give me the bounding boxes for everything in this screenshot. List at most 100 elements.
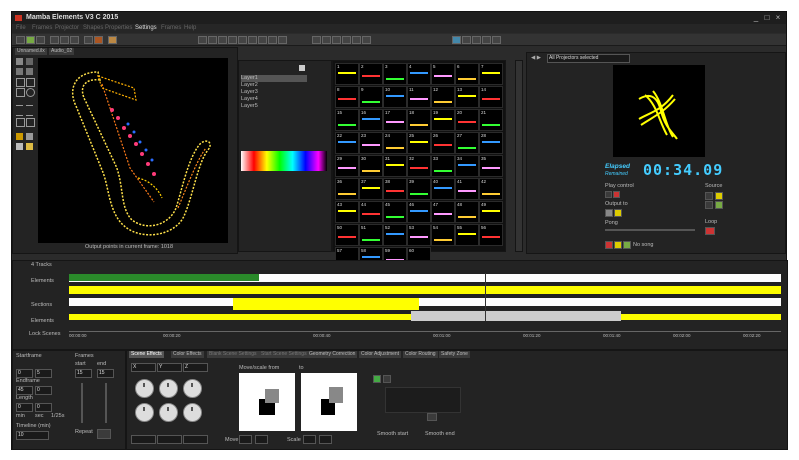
timeline-min-field[interactable]: 10 xyxy=(16,431,49,440)
cut-icon[interactable] xyxy=(50,36,59,44)
list-icon[interactable] xyxy=(362,36,371,44)
frame-thumbnail[interactable]: 29 xyxy=(335,155,359,177)
tab-color-adjustment[interactable]: Color Adjustment xyxy=(359,351,402,358)
menu-settings[interactable]: Settings xyxy=(135,25,157,31)
frame-thumbnail[interactable]: 28 xyxy=(479,132,503,154)
new-file-icon[interactable] xyxy=(16,36,25,44)
frame-thumbnail[interactable]: 26 xyxy=(431,132,455,154)
frame-thumbnail[interactable]: 38 xyxy=(383,178,407,200)
frame-thumbnail[interactable]: 8 xyxy=(335,86,359,108)
axis-y-select[interactable]: Y xyxy=(157,363,182,372)
rotate-y-knob[interactable] xyxy=(159,379,178,398)
copy-icon[interactable] xyxy=(60,36,69,44)
frame-thumbnail[interactable]: 46 xyxy=(407,201,431,223)
midi-icon[interactable] xyxy=(482,36,491,44)
frame-thumbnail[interactable]: 52 xyxy=(383,224,407,246)
frame-thumbnail[interactable]: 27 xyxy=(455,132,479,154)
frame-thumbnail[interactable]: 40 xyxy=(431,178,455,200)
axis-x-select[interactable]: X xyxy=(131,363,156,372)
track-1-clip[interactable] xyxy=(69,274,259,281)
open-file-icon[interactable] xyxy=(26,36,35,44)
start-slider[interactable] xyxy=(81,383,83,423)
menu-shapes[interactable]: Shapes xyxy=(83,25,103,31)
projector-selector[interactable]: All Projectors selected xyxy=(547,54,630,63)
track-3-clip[interactable] xyxy=(233,298,419,310)
frame-thumbnail[interactable]: 21 xyxy=(479,109,503,131)
close-button[interactable]: × xyxy=(772,13,784,22)
frame-last-icon[interactable] xyxy=(238,36,247,44)
frame-thumbnail[interactable]: 2 xyxy=(359,63,383,85)
polyline-tool-icon[interactable] xyxy=(26,98,33,106)
tools-icon[interactable] xyxy=(108,36,117,44)
song-stop-icon[interactable] xyxy=(605,241,613,249)
frame-grid-scrollbar[interactable] xyxy=(515,60,523,252)
frame-thumbnail[interactable]: 41 xyxy=(455,178,479,200)
layer-item[interactable]: Layer2 xyxy=(239,82,303,89)
source-play-icon[interactable] xyxy=(715,201,723,209)
frame-thumbnail[interactable]: 36 xyxy=(335,178,359,200)
frame-thumbnail[interactable]: 23 xyxy=(359,132,383,154)
dmx-icon[interactable] xyxy=(472,36,481,44)
move-y-field[interactable] xyxy=(255,435,268,444)
pong-slider[interactable] xyxy=(605,229,695,231)
frame-thumbnail[interactable]: 22 xyxy=(335,132,359,154)
frame-thumbnail[interactable]: 30 xyxy=(359,155,383,177)
scale-x-field[interactable] xyxy=(303,435,316,444)
frame-add-icon[interactable] xyxy=(218,36,227,44)
endframe-min-field[interactable]: 45 xyxy=(16,386,33,395)
undo-icon[interactable] xyxy=(84,36,93,44)
tab-scene-effects[interactable]: Scene Effects xyxy=(129,351,164,358)
frame-next-icon[interactable] xyxy=(228,36,237,44)
effect-curve-button[interactable] xyxy=(427,413,437,421)
frame-insert-icon[interactable] xyxy=(258,36,267,44)
layer-add-icon[interactable] xyxy=(299,65,305,71)
frame-thumbnail[interactable]: 3 xyxy=(383,63,407,85)
tab-safety-zone[interactable]: Safety Zone xyxy=(439,351,470,358)
length-min-field[interactable]: 0 xyxy=(16,403,33,412)
tab-unnamed[interactable]: Unnamed.ilx xyxy=(15,48,47,55)
frame-thumbnail[interactable]: 50 xyxy=(335,224,359,246)
move-to-preview[interactable] xyxy=(301,373,357,431)
select-tool-icon[interactable] xyxy=(16,58,23,65)
source-folder-icon[interactable] xyxy=(715,192,723,200)
menu-properties[interactable]: Properties xyxy=(105,25,132,31)
layer-item[interactable]: Layer4 xyxy=(239,96,303,103)
length-sec-field[interactable]: 0 xyxy=(35,403,52,412)
playhead[interactable] xyxy=(485,273,486,321)
output-warning-icon[interactable] xyxy=(614,209,622,217)
frame-thumbnail[interactable]: 53 xyxy=(407,224,431,246)
layer-item[interactable]: Layer3 xyxy=(239,89,303,96)
tab-geometry[interactable]: Geometry Correction xyxy=(307,351,358,358)
lock-scenes-checkbox[interactable]: Lock Scenes xyxy=(29,331,61,337)
frame-thumbnail[interactable]: 25 xyxy=(407,132,431,154)
layer-item[interactable]: Layer1 xyxy=(239,75,303,82)
menu-help[interactable]: Help xyxy=(184,25,196,31)
hand-tool-icon[interactable] xyxy=(16,78,25,87)
output-projector-icon[interactable] xyxy=(605,209,613,217)
frame-thumbnail[interactable]: 51 xyxy=(359,224,383,246)
move-tool-icon[interactable] xyxy=(26,58,33,65)
rotate-z-knob[interactable] xyxy=(183,379,202,398)
frame-thumbnail[interactable]: 11 xyxy=(407,86,431,108)
timer-icon[interactable] xyxy=(492,36,501,44)
laser-on-icon[interactable] xyxy=(452,36,461,44)
frame-paste-icon[interactable] xyxy=(278,36,287,44)
frame-thumbnail[interactable]: 47 xyxy=(431,201,455,223)
frame-canvas[interactable] xyxy=(38,58,228,243)
shuffle-icon[interactable] xyxy=(342,36,351,44)
track-4-clip[interactable] xyxy=(411,311,621,321)
endframe-sec-field[interactable]: 0 xyxy=(35,386,52,395)
frame-thumbnail[interactable]: 13 xyxy=(455,86,479,108)
track-name[interactable]: Elements xyxy=(31,278,54,284)
start-frame-field[interactable]: 15 xyxy=(75,369,92,378)
page-tool-icon[interactable] xyxy=(16,143,23,150)
menu-frames-2[interactable]: Frames xyxy=(161,25,181,31)
pause-button[interactable] xyxy=(613,191,620,198)
rotate-x-field[interactable] xyxy=(131,435,156,444)
startframe-sec-field[interactable]: 5 xyxy=(35,369,52,378)
frame-thumbnail[interactable]: 16 xyxy=(359,109,383,131)
startframe-min-field[interactable]: 0 xyxy=(16,369,33,378)
paste-icon[interactable] xyxy=(70,36,79,44)
spin-x-knob[interactable] xyxy=(135,403,154,422)
move-from-preview[interactable] xyxy=(239,373,295,431)
